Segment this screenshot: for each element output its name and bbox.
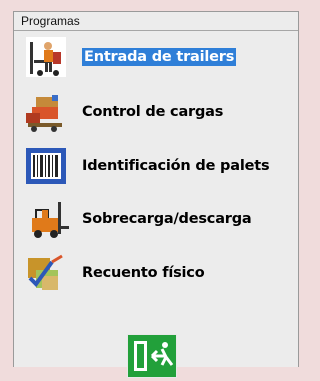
menu-item-control-cargas[interactable]: Control de cargas: [22, 89, 298, 135]
menu-item-identificacion-palets[interactable]: Identificación de palets: [22, 143, 298, 189]
menu-item-entrada-trailers[interactable]: Entrada de trailers: [22, 34, 298, 80]
menu-item-label: Recuento físico: [82, 265, 205, 281]
menu-item-sobrecarga-descarga[interactable]: Sobrecarga/descarga: [22, 196, 298, 242]
barcode-icon: [22, 143, 70, 189]
exit-button[interactable]: [127, 334, 177, 378]
forklift-icon: [22, 196, 70, 242]
menu-item-label: Identificación de palets: [82, 158, 270, 174]
forklift-worker-icon: [22, 34, 70, 80]
programs-panel: Programas Entrada de trailers Control de…: [13, 11, 299, 378]
cargo-pallets-icon: [22, 89, 70, 135]
inventory-check-icon: [22, 250, 70, 296]
menu-item-label: Control de cargas: [82, 104, 224, 120]
panel-title: Programas: [14, 12, 298, 31]
menu-item-label: Sobrecarga/descarga: [82, 211, 252, 227]
exit-door-icon: [128, 341, 176, 381]
menu-item-label: Entrada de trailers: [82, 48, 237, 66]
menu-item-recuento-fisico[interactable]: Recuento físico: [22, 250, 298, 296]
